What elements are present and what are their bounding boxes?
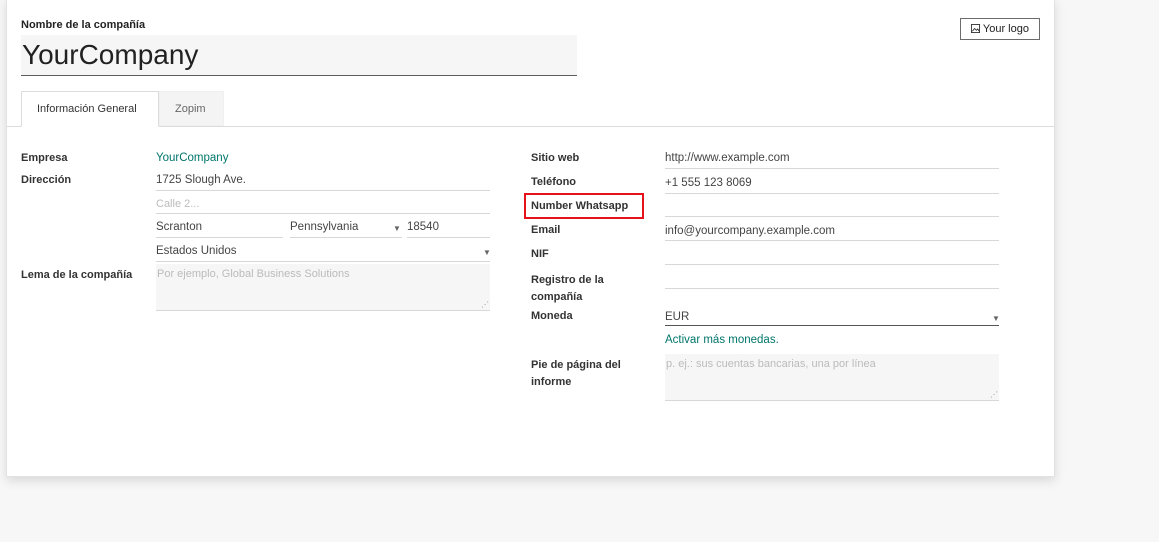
sitio-web-label: Sitio web (531, 152, 580, 164)
company-name-label: Nombre de la compañía (21, 19, 146, 31)
chevron-down-icon: ▼ (393, 224, 401, 233)
street2-underline (156, 213, 490, 214)
country-underline (156, 261, 490, 262)
email-input[interactable]: info@yourcompany.example.com (665, 225, 835, 237)
your-logo-button[interactable]: Your logo (960, 18, 1040, 40)
pie-label-line1: Pie de página del (531, 359, 621, 371)
resize-handle-icon[interactable]: ⋰ (481, 300, 489, 309)
direccion-label: Dirección (21, 174, 72, 186)
nif-input[interactable] (665, 248, 999, 262)
telefono-underline (665, 193, 999, 194)
whatsapp-label: Number Whatsapp (531, 200, 629, 212)
resize-handle-icon[interactable]: ⋰ (990, 390, 998, 399)
registro-label-line2: compañía (531, 291, 583, 303)
nif-label: NIF (531, 248, 549, 260)
tab-informacion-general[interactable]: Información General (21, 91, 159, 127)
registro-label-line1: Registro de la (531, 274, 604, 286)
lema-label: Lema de la compañía (21, 269, 133, 281)
moneda-underline (665, 325, 999, 326)
street2-input[interactable]: Calle 2... (156, 198, 490, 210)
image-icon (971, 23, 983, 35)
telefono-label: Teléfono (531, 176, 577, 188)
whatsapp-input[interactable] (665, 200, 999, 214)
whatsapp-underline (665, 216, 999, 217)
pie-placeholder: p. ej.: sus cuentas bancarias, una por l… (666, 358, 876, 370)
empresa-link[interactable]: YourCompany (156, 152, 228, 164)
lema-placeholder: Por ejemplo, Global Business Solutions (157, 268, 350, 280)
telefono-input[interactable]: +1 555 123 8069 (665, 177, 752, 189)
activar-monedas-link[interactable]: Activar más monedas. (665, 334, 779, 346)
pie-label-line2: informe (531, 376, 572, 388)
state-select[interactable]: Pennsylvania (290, 221, 358, 233)
state-underline (290, 237, 402, 238)
your-logo-label: Your logo (982, 23, 1029, 35)
chevron-down-icon: ▼ (483, 248, 491, 257)
registro-input[interactable] (665, 272, 999, 286)
zip-underline (407, 237, 490, 238)
registro-underline (665, 288, 999, 289)
email-label: Email (531, 224, 561, 236)
lema-textarea[interactable]: Por ejemplo, Global Business Solutions ⋰ (156, 264, 490, 311)
city-input[interactable]: Scranton (156, 221, 202, 233)
street-input[interactable]: 1725 Slough Ave. (156, 174, 490, 186)
nif-underline (665, 264, 999, 265)
email-underline (665, 240, 999, 241)
form-sheet: Nombre de la compañía YourCompany Your l… (6, 0, 1055, 477)
tabs-divider (7, 126, 1054, 127)
moneda-label: Moneda (531, 310, 573, 322)
chevron-down-icon: ▼ (992, 314, 1000, 323)
sitio-web-underline (665, 168, 999, 169)
company-name-input[interactable]: YourCompany (21, 35, 577, 76)
empresa-label: Empresa (21, 152, 68, 164)
moneda-select[interactable]: EUR (665, 311, 689, 323)
country-select[interactable]: Estados Unidos (156, 245, 237, 257)
zip-input[interactable]: 18540 (407, 221, 439, 233)
city-underline (156, 237, 283, 238)
street-underline (156, 190, 490, 191)
pie-label: Pie de página del informe (531, 357, 621, 391)
pie-textarea[interactable]: p. ej.: sus cuentas bancarias, una por l… (665, 354, 999, 401)
registro-label: Registro de la compañía (531, 272, 604, 306)
sitio-web-input[interactable]: http://www.example.com (665, 152, 790, 164)
tab-zopim[interactable]: Zopim (159, 91, 224, 126)
